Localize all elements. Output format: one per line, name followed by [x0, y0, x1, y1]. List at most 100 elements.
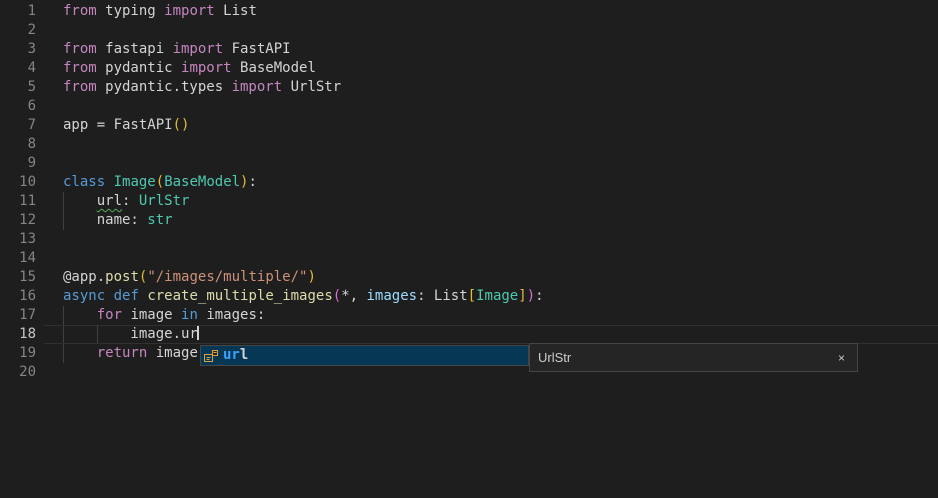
code-line-7[interactable]: 7 app = FastAPI() [0, 116, 938, 135]
code-token: Image [114, 174, 156, 190]
code-token: def [114, 288, 139, 304]
code-line-11[interactable]: 11 url: UrlStr [0, 192, 938, 211]
code-token: ( [156, 174, 164, 190]
code-line-9[interactable]: 9 [0, 154, 938, 173]
line-number[interactable]: 19 [0, 344, 36, 363]
code-text: image.ur [63, 325, 199, 344]
indent-guide [63, 211, 64, 230]
line-number[interactable]: 1 [0, 2, 36, 21]
suggestion-detail-type: UrlStr [538, 350, 838, 365]
code-token: from [63, 79, 97, 95]
code-line-16[interactable]: 16async def create_multiple_images(*, im… [0, 287, 938, 306]
code-token: fastapi [97, 41, 173, 57]
code-text: app = FastAPI() [63, 116, 189, 135]
code-token: images [367, 288, 418, 304]
code-token [63, 345, 97, 361]
code-line-2[interactable]: 2 [0, 21, 938, 40]
code-line-12[interactable]: 12 name: str [0, 211, 938, 230]
suggestion-detail-panel: UrlStr × [529, 343, 858, 372]
code-token: import [181, 60, 232, 76]
code-token: name: [63, 212, 147, 228]
indent-guide [63, 344, 64, 363]
line-number[interactable]: 9 [0, 154, 36, 173]
code-token: [ [468, 288, 476, 304]
code-line-4[interactable]: 4 from pydantic import BaseModel [0, 59, 938, 78]
code-token: "/images/multiple/" [147, 269, 307, 285]
code-text: from pydantic import BaseModel [63, 59, 316, 78]
code-token: ) [527, 288, 535, 304]
line-number[interactable]: 13 [0, 230, 36, 249]
code-line-17[interactable]: 17 for image in images: [0, 306, 938, 325]
line-number[interactable]: 15 [0, 268, 36, 287]
code-token: BaseModel [232, 60, 316, 76]
line-number[interactable]: 2 [0, 21, 36, 40]
code-token: UrlStr [139, 193, 190, 209]
code-token: *, [341, 288, 366, 304]
suggestion-item-url[interactable]: url [201, 346, 528, 365]
indent-guide [63, 306, 64, 325]
code-token: () [173, 117, 190, 133]
code-line-1[interactable]: 1 from typing import List [0, 2, 938, 21]
code-token: images: [198, 307, 265, 323]
code-token: BaseModel [164, 174, 240, 190]
code-line-13[interactable]: 13 [0, 230, 938, 249]
code-text: from typing import List [63, 2, 257, 21]
code-line-18[interactable]: 18 image.ur [0, 325, 938, 344]
code-line-8[interactable]: 8 [0, 135, 938, 154]
code-text: url: UrlStr [63, 192, 189, 211]
line-number[interactable]: 3 [0, 40, 36, 59]
code-text: name: str [63, 211, 173, 230]
line-number[interactable]: 8 [0, 135, 36, 154]
line-number[interactable]: 5 [0, 78, 36, 97]
code-token: ( [333, 288, 341, 304]
code-token: for [97, 307, 122, 323]
code-line-3[interactable]: 3 from fastapi import FastAPI [0, 40, 938, 59]
line-number[interactable]: 20 [0, 363, 36, 382]
line-number[interactable]: 12 [0, 211, 36, 230]
code-token: from [63, 60, 97, 76]
code-token: import [173, 41, 224, 57]
code-token: UrlStr [282, 79, 341, 95]
code-line-10[interactable]: 10 class Image(BaseModel): [0, 173, 938, 192]
autocomplete-popup: url [200, 345, 529, 366]
code-editor[interactable]: 1 from typing import List 23 from fastapi i… [0, 0, 938, 498]
line-number[interactable]: 4 [0, 59, 36, 78]
code-token: ) [307, 269, 315, 285]
code-token: str [147, 212, 172, 228]
code-token: class [63, 174, 105, 190]
code-token: pydantic [97, 60, 181, 76]
code-line-14[interactable]: 14 [0, 249, 938, 268]
line-number[interactable]: 6 [0, 97, 36, 116]
code-text: async def create_multiple_images(*, imag… [63, 287, 544, 306]
code-line-5[interactable]: 5from pydantic.types import UrlStr [0, 78, 938, 97]
close-icon[interactable]: × [838, 351, 845, 365]
code-token [63, 307, 97, 323]
code-token: pydantic.types [97, 79, 232, 95]
code-token: url [97, 193, 122, 209]
indent-guide [97, 325, 98, 344]
line-number[interactable]: 7 [0, 116, 36, 135]
suggestion-rest-text: l [240, 347, 248, 363]
code-text: from fastapi import FastAPI [63, 40, 291, 59]
indent-guide [63, 192, 64, 211]
code-token: : [535, 288, 543, 304]
code-token: app = FastAPI [63, 117, 173, 133]
field-icon [203, 348, 219, 364]
line-number[interactable]: 17 [0, 306, 36, 325]
code-line-15[interactable]: 15@app.post("/images/multiple/") [0, 268, 938, 287]
code-text: class Image(BaseModel): [63, 173, 257, 192]
line-number[interactable]: 18 [0, 325, 36, 344]
code-token [105, 174, 113, 190]
line-number[interactable]: 16 [0, 287, 36, 306]
code-token: in [181, 307, 198, 323]
code-token: post [105, 269, 139, 285]
line-number[interactable]: 10 [0, 173, 36, 192]
code-lines-container: 1 from typing import List 23 from fastapi i… [0, 2, 938, 382]
code-token: : [122, 193, 139, 209]
code-token: FastAPI [223, 41, 290, 57]
line-number[interactable]: 14 [0, 249, 36, 268]
code-token: image [122, 307, 181, 323]
line-number[interactable]: 11 [0, 192, 36, 211]
code-line-6[interactable]: 6 [0, 97, 938, 116]
code-token: return [97, 345, 148, 361]
